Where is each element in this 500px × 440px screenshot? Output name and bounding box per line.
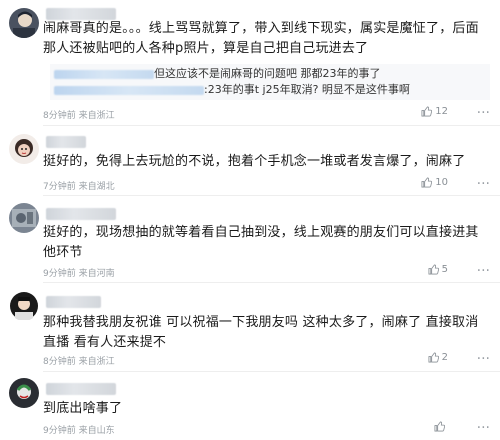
comment-feed: 闹麻哥真的是。。。线上骂骂就算了，带入到线下现实，属实是魔怔了，后面那人还被贴吧… — [0, 0, 500, 440]
like-button[interactable] — [434, 421, 448, 432]
like-button[interactable]: 2 — [428, 352, 448, 363]
more-options-icon[interactable]: ··· — [477, 421, 490, 435]
divider — [43, 195, 500, 196]
username[interactable] — [46, 383, 116, 395]
reply-text: :23年的事t j25年取消? 明显不是这件事啊 — [204, 83, 410, 96]
avatar[interactable] — [9, 378, 39, 408]
more-options-icon[interactable]: ··· — [477, 177, 490, 191]
username[interactable] — [46, 296, 101, 308]
thumbs-up-icon — [421, 177, 433, 188]
username[interactable] — [46, 136, 86, 148]
divider — [43, 282, 500, 283]
like-count: 10 — [435, 177, 448, 188]
comment-text: 挺好的，现场想抽的就等着看自己抽到没，线上观赛的朋友们可以直接进其他环节 — [43, 225, 479, 260]
comment-time: 9分钟前 — [43, 269, 76, 279]
comment-text: 闹麻哥真的是。。。线上骂骂就算了，带入到线下现实，属实是魔怔了，后面那人还被贴吧… — [43, 21, 479, 56]
thumbs-up-icon — [428, 352, 439, 363]
thumbs-up-icon — [434, 421, 445, 432]
avatar[interactable] — [9, 291, 39, 321]
like-button[interactable]: 12 — [421, 106, 448, 117]
username[interactable] — [46, 208, 116, 220]
more-options-icon[interactable]: ··· — [477, 264, 490, 278]
divider — [43, 371, 500, 372]
like-count: 5 — [441, 264, 448, 275]
like-count: 12 — [435, 106, 448, 117]
comment-location: 来自湖北 — [78, 182, 115, 192]
comment-location: 来自浙江 — [78, 111, 115, 121]
like-button[interactable]: 10 — [421, 177, 448, 188]
reply-text: 但这应该不是闹麻哥的问题吧 那都23年的事了 — [154, 67, 381, 80]
like-button[interactable]: 5 — [428, 264, 448, 275]
comment-location: 来自山东 — [78, 426, 115, 436]
divider — [43, 125, 500, 126]
comment-meta: 8分钟前 来自浙江 — [43, 108, 115, 121]
avatar[interactable] — [9, 203, 39, 233]
comment-time: 7分钟前 — [43, 182, 76, 192]
comment-text: 那种我替我朋友祝谁 可以祝福一下我朋友吗 这种太多了，闹麻了 直接取消直播 看有… — [43, 315, 479, 350]
comment-time: 8分钟前 — [43, 357, 76, 367]
comment-meta: 7分钟前 来自湖北 — [43, 179, 115, 192]
avatar[interactable] — [9, 8, 39, 38]
avatar[interactable] — [9, 134, 39, 164]
comment-meta: 9分钟前 来自山东 — [43, 423, 115, 436]
comment-text: 到底出啥事了 — [43, 401, 123, 416]
reply-preview[interactable]: 但这应该不是闹麻哥的问题吧 那都23年的事了 :23年的事t j25年取消? 明… — [50, 64, 490, 100]
thumbs-up-icon — [421, 106, 433, 117]
comment-meta: 8分钟前 来自浙江 — [43, 354, 115, 367]
comment-time: 9分钟前 — [43, 426, 76, 436]
thumbs-up-icon — [428, 264, 439, 275]
comment-location: 来自浙江 — [78, 357, 115, 367]
comment-meta: 9分钟前 来自河南 — [43, 266, 115, 279]
comment-time: 8分钟前 — [43, 111, 76, 121]
comment-location: 来自河南 — [78, 269, 115, 279]
like-count: 2 — [441, 352, 448, 363]
more-options-icon[interactable]: ··· — [477, 352, 490, 366]
comment-text: 挺好的，免得上去玩尬的不说，抱着个手机念一堆或者发言爆了，闹麻了 — [43, 154, 466, 169]
more-options-icon[interactable]: ··· — [477, 106, 490, 120]
